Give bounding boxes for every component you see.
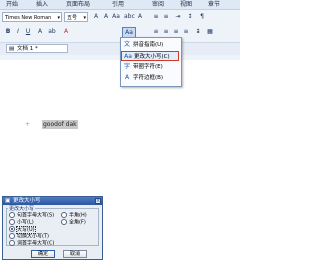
justify-icon[interactable]: ≡ <box>182 27 190 36</box>
font-name-combo[interactable]: Times New Roman ▾ <box>2 12 62 22</box>
align-left-icon[interactable]: ≡ <box>152 27 160 36</box>
clear-format-icon[interactable]: Aa <box>112 12 120 21</box>
menu-item-label: 更改大小写(C) <box>134 54 170 60</box>
radio-icon <box>61 219 67 225</box>
radio-icon <box>9 219 15 225</box>
indent-icon[interactable]: ⇥ <box>174 12 182 21</box>
bullets-icon[interactable]: ≡ <box>152 12 160 21</box>
menu-item-label: 字符边框(B) <box>133 75 164 81</box>
tab-label: 文档 1 * <box>17 46 38 52</box>
menu-references[interactable]: 引用 <box>112 1 124 8</box>
menu-item-circled-char[interactable]: 字 带圈字符(E) <box>121 62 179 72</box>
font-size-combo[interactable]: 五号 ▾ <box>64 12 88 22</box>
font-name-value: Times New Roman <box>5 15 52 21</box>
pinyin-icon: 文 <box>123 41 130 48</box>
menu-item-char-border[interactable]: A 字符边框(B) <box>121 73 179 83</box>
menu-insert[interactable]: 插入 <box>36 1 48 8</box>
option-sentence-case[interactable]: 句首字母大写(S) <box>9 212 54 219</box>
radio-icon <box>9 233 15 239</box>
menu-page-layout[interactable]: 页面布局 <box>66 1 90 8</box>
change-case-dropdown: 文 拼音指南(U) Aa 更改大小写(C) 字 带圈字符(E) A 字符边框(B… <box>120 37 182 87</box>
tab-document-1[interactable]: ▤ 文档 1 * <box>6 44 68 53</box>
group-label: 更改大小写 <box>8 205 36 212</box>
option-toggle-case[interactable]: 切换大小写(T) <box>9 233 49 240</box>
menu-chapter[interactable]: 章节 <box>208 1 220 8</box>
close-icon[interactable]: × <box>95 198 101 204</box>
radio-icon <box>9 240 15 246</box>
menu-item-change-case[interactable]: Aa 更改大小写(C) <box>121 51 179 61</box>
cancel-button[interactable]: 取消 <box>63 250 87 258</box>
document-icon: ▤ <box>9 46 15 52</box>
selected-text[interactable]: goodof dak <box>42 120 78 129</box>
menu-item-label: 拼音指南(U) <box>133 42 164 48</box>
strikethrough-icon[interactable]: A <box>36 27 44 36</box>
circled-char-icon: 字 <box>123 63 130 70</box>
char-border-icon: A <box>124 74 130 81</box>
dialog-title: 更改大小写 <box>13 198 41 204</box>
toolbar-row-1: Times New Roman ▾ 五号 ▾ A A Aa abc A ≡ ≡ ⇥ … <box>2 12 238 24</box>
align-right-icon[interactable]: ≡ <box>172 27 180 36</box>
option-lowercase[interactable]: 小写(L) <box>9 219 34 226</box>
sort-icon[interactable]: ↕ <box>186 12 194 21</box>
line-spacing-icon[interactable]: ↨ <box>194 27 202 36</box>
radio-selected-icon <box>9 226 15 232</box>
menu-home[interactable]: 开始 <box>6 1 18 8</box>
font-size-value: 五号 <box>67 15 78 21</box>
chevron-down-icon: ▾ <box>83 15 86 21</box>
chevron-down-icon: ▾ <box>57 15 60 21</box>
shrink-font-icon[interactable]: A <box>102 12 110 21</box>
menu-item-label: 带圈字符(E) <box>133 64 163 70</box>
text-color-icon[interactable]: A <box>62 27 70 36</box>
change-case-dialog: ▣ 更改大小写 × 更改大小写 句首字母大写(S) 小写(L) 大写(U) 切换… <box>2 196 103 260</box>
option-title-case[interactable]: 词首字母大写(C) <box>9 240 54 247</box>
menu-review[interactable]: 审阅 <box>152 1 164 8</box>
dialog-app-icon: ▣ <box>5 198 11 204</box>
font-color-icon[interactable]: A <box>136 12 144 21</box>
align-center-icon[interactable]: ≡ <box>162 27 170 36</box>
highlight-icon[interactable]: ab <box>48 27 56 36</box>
grow-font-icon[interactable]: A <box>92 12 100 21</box>
option-uppercase[interactable]: 大写(U) <box>9 225 36 234</box>
dialog-title-bar[interactable]: ▣ 更改大小写 <box>3 197 102 205</box>
menu-item-pinyin[interactable]: 文 拼音指南(U) <box>121 40 179 50</box>
radio-icon <box>9 212 15 218</box>
numbering-icon[interactable]: ≡ <box>162 12 170 21</box>
ok-button[interactable]: 确定 <box>31 250 55 258</box>
menu-view[interactable]: 视图 <box>180 1 192 8</box>
menu-bar: 开始 插入 页面布局 引用 审阅 视图 章节 <box>0 0 240 10</box>
option-half-width[interactable]: 半角(H) <box>61 212 87 219</box>
italic-icon[interactable]: I <box>14 27 22 36</box>
borders-icon[interactable]: ▦ <box>206 27 214 36</box>
radio-icon <box>61 212 67 218</box>
phonetic-icon[interactable]: abc <box>124 12 135 21</box>
underline-icon[interactable]: U <box>24 27 32 36</box>
paragraph-mark: + <box>25 121 31 128</box>
option-full-width[interactable]: 全角(F) <box>61 219 86 226</box>
bold-icon[interactable]: B <box>4 27 12 36</box>
show-marks-icon[interactable]: ¶ <box>198 12 206 21</box>
change-case-icon: Aa <box>124 53 132 60</box>
